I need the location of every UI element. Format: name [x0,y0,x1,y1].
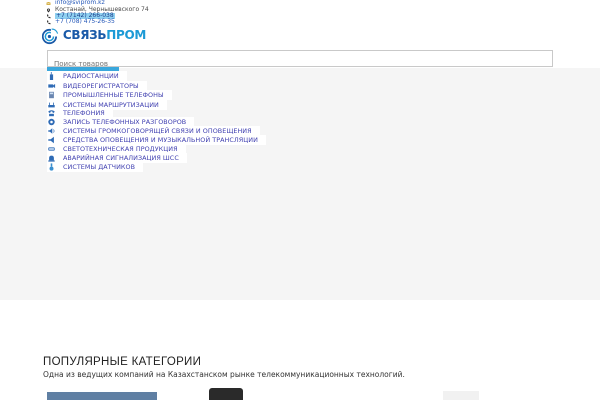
category-item-label: СРЕДСТВА ОПОВЕЩЕНИЯ И МУЗЫКАЛЬНОЙ ТРАНСЛ… [63,136,258,144]
popular-categories-cards [43,388,600,400]
phone-icon [46,14,51,18]
logo-mark-icon [42,28,60,45]
megaphone-icon [48,136,54,144]
category-item-label: СИСТЕМЫ ДАТЧИКОВ [63,163,136,171]
category-item-label: РАДИОСТАНЦИИ [63,72,119,80]
mail-icon [46,1,51,5]
category-item-label: АВАРИЙНАЯ СИГНАЛИЗАЦИЯ ШСС [63,154,179,162]
page: info@sviprom.kz Костанай, Чернышевского … [0,0,600,400]
map-pin-icon [47,8,50,12]
loudspeaker-icon [48,128,55,134]
popular-categories-title: ПОПУЛЯРНЫЕ КАТЕГОРИИ [43,356,202,368]
category-card[interactable] [43,388,161,400]
logo-text-main: СВЯЗЬ [62,28,107,42]
category-item-radio[interactable]: РАДИОСТАНЦИИ [47,71,127,81]
category-card-image [47,392,157,400]
alarm-icon [48,155,55,162]
category-item-label: СИСТЕМЫ ГРОМКОГОВОРЯЩЕЙ СВЯЗИ И ОПОВЕЩЕН… [63,127,252,135]
site-logo[interactable]: СВЯЗЬПРОМ [42,23,146,47]
search-box[interactable] [47,50,553,72]
search-input[interactable] [48,56,552,72]
category-card-image [443,391,479,400]
logo-text: СВЯЗЬПРОМ [63,28,146,42]
popular-categories-subtitle: Одна из ведущих компаний на Казахстанско… [43,370,405,379]
category-item-industrial-phones[interactable]: ПРОМЫШЛЕННЫЕ ТЕЛЕФОНЫ [47,90,172,100]
category-item-label: ТЕЛЕФОНИЯ [63,109,105,117]
category-card[interactable] [283,388,401,400]
category-item-sensors[interactable]: СИСТЕМЫ ДАТЧИКОВ [47,162,144,172]
recording-icon [48,118,55,126]
logo-text-accent: ПРОМ [106,28,146,42]
category-item-label: ПРОМЫШЛЕННЫЕ ТЕЛЕФОНЫ [63,91,164,99]
sensor-icon [49,163,54,171]
category-item-label: СВЕТОТЕХНИЧЕСКАЯ ПРОДУКЦИЯ [63,145,178,153]
camera-icon [48,84,56,88]
telephone-icon [48,110,55,117]
category-card[interactable] [403,388,521,400]
category-card-image [209,388,243,400]
category-item-label: ВИДЕОРЕГИСТРАТОРЫ [63,82,139,90]
industrial-phone-icon [49,91,54,99]
category-card[interactable] [163,388,281,400]
radio-icon [49,72,54,80]
category-item-label: ЗАПИСЬ ТЕЛЕФОННЫХ РАЗГОВОРОВ [63,118,187,126]
lamp-icon [48,147,55,151]
